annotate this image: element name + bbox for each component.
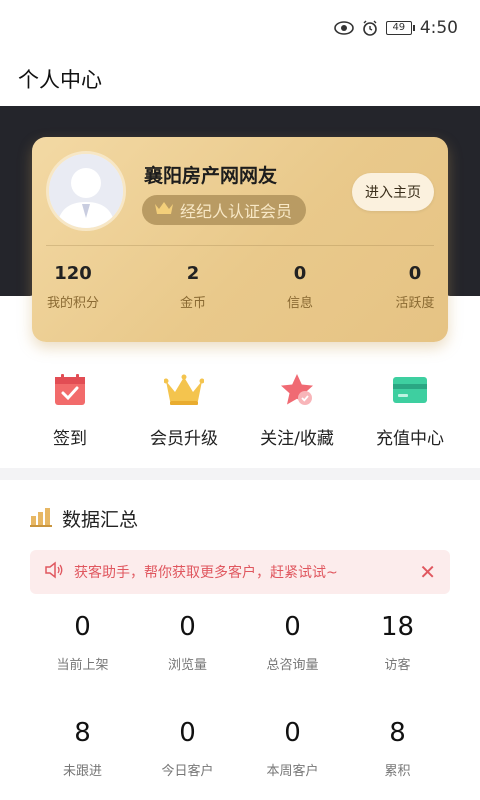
summary-value: 18	[380, 612, 415, 642]
member-upgrade-button[interactable]: 会员升级	[124, 370, 244, 449]
eye-icon	[334, 21, 354, 35]
summary-value: 0	[284, 612, 301, 642]
summary-value: 0	[179, 718, 196, 748]
close-icon[interactable]: ✕	[419, 560, 436, 584]
summary-item[interactable]: 0 当前上架	[30, 612, 135, 673]
summary-label: 本周客户	[266, 764, 319, 779]
crown-icon	[164, 370, 204, 410]
summary-value: 0	[179, 612, 196, 642]
action-label: 关注/收藏	[260, 429, 334, 449]
crown-icon	[154, 200, 174, 220]
notice-text: 获客助手，帮你获取更多客户，赶紧试试~	[74, 565, 338, 581]
summary-value: 8	[74, 718, 91, 748]
star-icon	[277, 370, 317, 410]
summary-value: 0	[284, 718, 301, 748]
bar-chart-icon	[30, 507, 52, 531]
summary-item[interactable]: 0 今日客户	[135, 718, 240, 779]
action-label: 充值中心	[376, 429, 444, 449]
summary-header: 数据汇总	[30, 505, 138, 532]
summary-label: 未跟进	[62, 764, 102, 779]
user-name: 襄阳房产网网友	[144, 165, 278, 187]
summary-label: 当前上架	[56, 658, 109, 673]
summary-label: 总咨询量	[266, 658, 319, 673]
card-icon	[390, 370, 430, 410]
summary-value: 8	[389, 718, 406, 748]
promo-notice[interactable]: 获客助手，帮你获取更多客户，赶紧试试~ ✕	[30, 550, 450, 594]
profile-stats: 120 我的积分 2 金币 0 信息 0 活跃度	[32, 263, 448, 313]
summary-item[interactable]: 0 本周客户	[240, 718, 345, 779]
stat-label: 活跃度	[395, 296, 435, 311]
quick-actions: 签到 会员升级 关注/收藏 充值中心	[0, 370, 480, 450]
stat-points[interactable]: 120 我的积分	[18, 263, 128, 311]
stat-value: 0	[293, 263, 307, 284]
stat-label: 金币	[179, 296, 206, 311]
stat-value: 120	[54, 263, 92, 284]
sign-in-button[interactable]: 签到	[10, 370, 130, 449]
page-title: 个人中心	[18, 68, 102, 92]
recharge-center-button[interactable]: 充值中心	[350, 370, 470, 449]
stat-value: 0	[408, 263, 422, 284]
member-badge-label: 经纪人认证会员	[180, 202, 293, 221]
default-avatar-icon	[49, 154, 123, 228]
summary-label: 浏览量	[167, 658, 207, 673]
avatar[interactable]	[46, 151, 126, 231]
summary-value: 0	[74, 612, 91, 642]
member-card: 襄阳房产网网友 经纪人认证会员 进入主页 120 我的积分 2 金币 0 信息 …	[32, 137, 448, 342]
summary-label: 累积	[384, 764, 411, 779]
battery-icon: 49	[385, 21, 415, 35]
summary-item[interactable]: 8 累积	[345, 718, 450, 779]
status-bar: 49 4:50	[0, 0, 480, 58]
action-label: 会员升级	[150, 429, 218, 449]
stat-label: 我的积分	[46, 296, 99, 311]
calendar-check-icon	[50, 370, 90, 410]
summary-item[interactable]: 0 浏览量	[135, 612, 240, 673]
follow-favorites-button[interactable]: 关注/收藏	[237, 370, 357, 449]
alarm-icon	[362, 20, 378, 36]
speaker-icon	[44, 561, 64, 583]
summary-item[interactable]: 8 未跟进	[30, 718, 135, 779]
status-icons: 49 4:50	[334, 18, 458, 38]
summary-item[interactable]: 0 总咨询量	[240, 612, 345, 673]
action-label: 签到	[53, 429, 87, 449]
member-badge: 经纪人认证会员	[142, 195, 307, 225]
stat-coins[interactable]: 2 金币	[138, 263, 248, 311]
navbar: 个人中心	[0, 58, 480, 106]
summary-label: 今日客户	[161, 764, 214, 779]
section-title: 数据汇总	[62, 509, 139, 531]
stat-label: 信息	[286, 296, 313, 311]
enter-homepage-button[interactable]: 进入主页	[352, 173, 434, 211]
status-time: 4:50	[419, 18, 458, 38]
summary-label: 访客	[384, 658, 411, 673]
card-divider	[46, 245, 434, 246]
section-divider	[0, 468, 480, 480]
stat-messages[interactable]: 0 信息	[245, 263, 355, 311]
summary-item[interactable]: 18 访客	[345, 612, 450, 673]
stat-activity[interactable]: 0 活跃度	[360, 263, 470, 311]
stat-value: 2	[186, 263, 200, 284]
